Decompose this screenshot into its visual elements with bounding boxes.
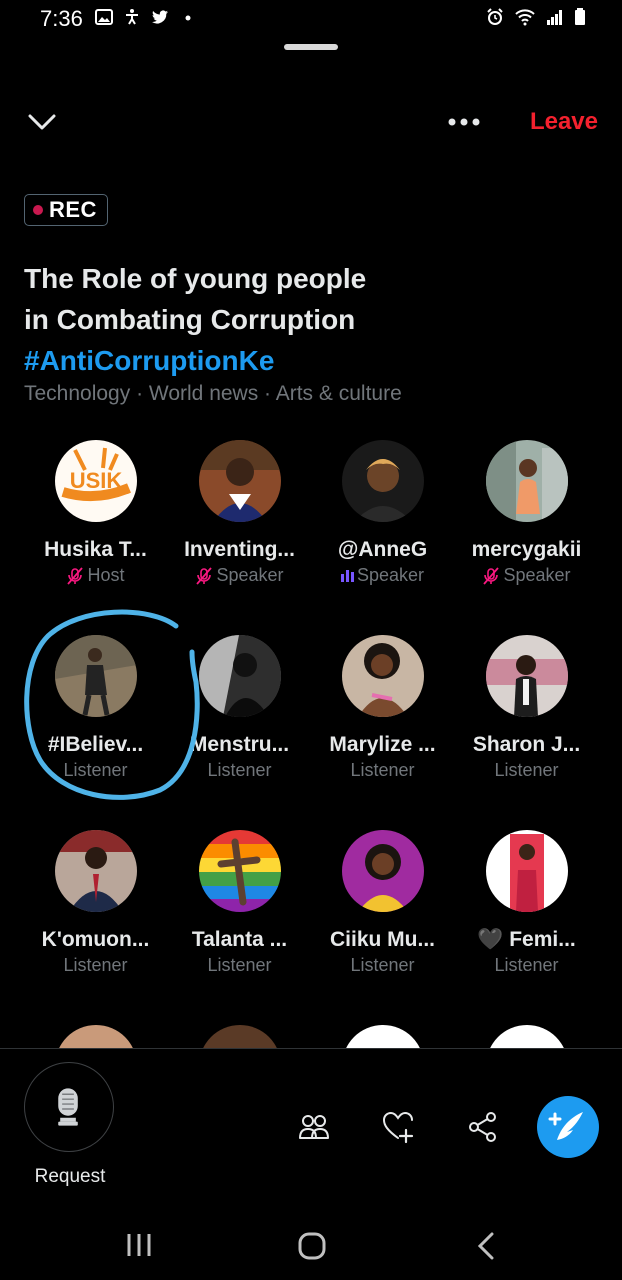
participant-name: Talanta ... bbox=[191, 928, 288, 951]
avatar bbox=[341, 635, 424, 717]
request-button[interactable] bbox=[24, 1062, 114, 1152]
participant-name: Ciiku Mu... bbox=[330, 928, 435, 951]
compose-icon bbox=[548, 1112, 583, 1140]
drag-handle[interactable] bbox=[284, 44, 338, 50]
leave-button[interactable]: Leave bbox=[530, 108, 598, 136]
participant[interactable]: Talanta ... Listener bbox=[168, 830, 311, 976]
dot-icon bbox=[185, 15, 191, 21]
participant-name: Sharon J... bbox=[472, 733, 581, 756]
avatar bbox=[486, 1025, 568, 1048]
participant[interactable]: @AnneG Speaker bbox=[311, 440, 454, 586]
participant-role: Listener bbox=[494, 760, 559, 780]
participant-name: 🖤 Femi... bbox=[477, 928, 576, 951]
participant-name: @AnneG bbox=[337, 538, 428, 561]
more-icon[interactable] bbox=[446, 110, 482, 134]
space-title: The Role of young people in Combating Co… bbox=[24, 258, 584, 381]
participant-name: Marylize ... bbox=[329, 733, 436, 756]
participant-name: #IBeliev... bbox=[47, 733, 144, 756]
avatar bbox=[198, 830, 281, 912]
avatar bbox=[199, 1025, 281, 1048]
participant-role: Listener bbox=[350, 955, 415, 975]
rec-badge: REC bbox=[24, 194, 108, 226]
participant-role: Listener bbox=[207, 955, 272, 975]
avatar bbox=[341, 830, 424, 912]
recording-dot bbox=[33, 205, 43, 215]
gallery-icon bbox=[95, 9, 113, 25]
space-topics: Technology · World news · Arts & culture bbox=[24, 382, 402, 405]
avatar: USIK bbox=[54, 440, 137, 522]
android-nav-bar bbox=[0, 1210, 622, 1280]
status-bar: 7:36 bbox=[0, 0, 622, 40]
participant-name: mercygakii bbox=[471, 538, 582, 561]
participant[interactable]: Menstru... Listener bbox=[168, 635, 311, 781]
avatar bbox=[198, 635, 281, 717]
participant[interactable]: Marylize ... Listener bbox=[311, 635, 454, 781]
share-icon[interactable] bbox=[466, 1110, 500, 1144]
participant-name: Menstru... bbox=[189, 733, 290, 756]
title-line-2: in Combating Corruption bbox=[24, 304, 356, 335]
space-header: Leave bbox=[0, 100, 622, 146]
participant-role: Speaker bbox=[503, 565, 571, 585]
avatar bbox=[341, 440, 424, 522]
avatar bbox=[342, 1025, 424, 1048]
chevron-down-icon[interactable] bbox=[26, 108, 58, 136]
alarm-icon bbox=[487, 8, 503, 25]
participant-role: Listener bbox=[63, 955, 128, 975]
twitter-bird-icon bbox=[152, 10, 168, 24]
participant-name: K'omuon... bbox=[41, 928, 150, 951]
home-icon[interactable] bbox=[298, 1232, 326, 1260]
rec-label: REC bbox=[49, 197, 97, 222]
participant-role: Listener bbox=[494, 955, 559, 975]
avatar bbox=[485, 440, 568, 522]
avatar bbox=[54, 830, 137, 912]
avatar bbox=[55, 1025, 137, 1048]
participant-name: Inventing... bbox=[184, 538, 295, 561]
participant-role: Host bbox=[87, 565, 125, 585]
request-label: Request bbox=[34, 1166, 106, 1187]
participant-role: Listener bbox=[207, 760, 272, 780]
participant-role: Speaker bbox=[216, 565, 284, 585]
mic-muted-icon bbox=[483, 566, 500, 585]
signal-icon bbox=[547, 10, 562, 25]
avatar bbox=[54, 635, 137, 717]
participant-name: Husika T... bbox=[44, 538, 147, 561]
heart-plus-icon[interactable] bbox=[381, 1110, 415, 1144]
back-icon[interactable] bbox=[476, 1232, 498, 1260]
mic-muted-icon bbox=[67, 566, 84, 585]
next-row-avatars bbox=[24, 1025, 598, 1048]
microphone-icon bbox=[58, 1088, 78, 1126]
recents-icon[interactable] bbox=[124, 1232, 154, 1258]
participant[interactable]: Inventing... Speaker bbox=[168, 440, 311, 586]
participant-role: Listener bbox=[350, 760, 415, 780]
svg-text:USIK: USIK bbox=[69, 468, 122, 493]
title-hashtag[interactable]: #AntiCorruptionKe bbox=[24, 340, 584, 381]
participant[interactable]: K'omuon... Listener bbox=[24, 830, 167, 976]
participant[interactable]: #IBeliev... Listener bbox=[24, 635, 167, 781]
avatar bbox=[198, 440, 281, 522]
compose-button[interactable] bbox=[537, 1096, 599, 1158]
speaking-indicator-icon bbox=[340, 569, 354, 582]
participant-role: Listener bbox=[63, 760, 128, 780]
wifi-icon bbox=[515, 9, 535, 26]
bottom-divider bbox=[0, 1048, 622, 1049]
title-line-1: The Role of young people bbox=[24, 263, 367, 294]
participant[interactable]: Ciiku Mu... Listener bbox=[311, 830, 454, 976]
avatar bbox=[485, 830, 568, 912]
accessibility-icon bbox=[126, 9, 138, 25]
battery-icon bbox=[575, 8, 585, 25]
people-icon[interactable] bbox=[297, 1110, 331, 1144]
participant[interactable]: Sharon J... Listener bbox=[455, 635, 598, 781]
avatar bbox=[485, 635, 568, 717]
status-time: 7:36 bbox=[40, 6, 83, 31]
mic-muted-icon bbox=[196, 566, 213, 585]
participant[interactable]: mercygakii Speaker bbox=[455, 440, 598, 586]
participant-role: Speaker bbox=[356, 565, 425, 585]
participant[interactable]: USIK Husika T... Host bbox=[24, 440, 167, 586]
participant[interactable]: 🖤 Femi... Listener bbox=[455, 830, 598, 976]
